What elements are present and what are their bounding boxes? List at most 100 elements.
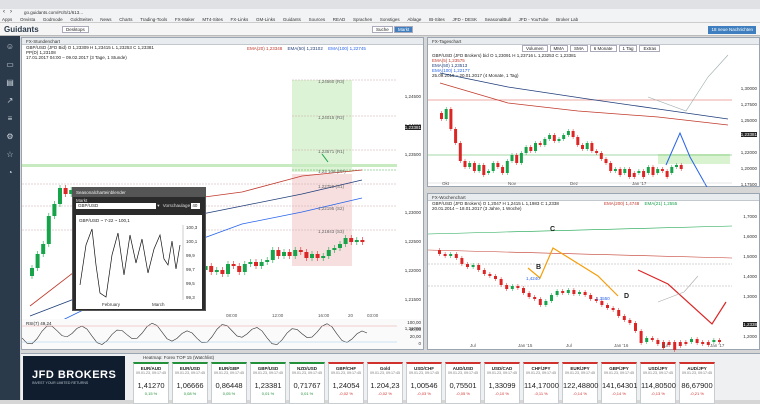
candle <box>679 165 683 169</box>
monitor-icon[interactable]: ▭ <box>3 60 17 70</box>
ticker-card[interactable]: NZD/USD 09.01.23, 09:17:45 0,71767 0,01 % <box>289 362 325 404</box>
axis-label: 99,9 <box>186 253 195 258</box>
chart-icon[interactable]: ↗ <box>3 96 17 106</box>
toolbar-button[interactable]: 6 Monate <box>589 45 617 52</box>
time-label: Jan '16 <box>614 343 629 348</box>
ticker-value: 0,86448 <box>215 381 243 390</box>
candle <box>599 153 603 159</box>
candle <box>440 113 443 119</box>
toolbar-button[interactable]: MMA <box>549 45 569 52</box>
gear-icon[interactable]: ⚙ <box>3 132 17 142</box>
candle <box>651 167 655 175</box>
desktop-button[interactable]: Desktops <box>62 26 89 33</box>
bookmark[interactable]: Sources <box>309 17 326 22</box>
candle <box>646 167 650 173</box>
candle <box>548 135 552 139</box>
resistance-zone <box>292 80 352 172</box>
back-icon[interactable]: ‹ <box>3 9 5 15</box>
candle <box>254 262 258 266</box>
ticker-change: -0,02 % <box>339 391 353 396</box>
market-button[interactable]: Markt <box>394 26 414 33</box>
candle <box>35 254 40 268</box>
bookmark[interactable]: READ <box>333 17 346 22</box>
toolbar-button[interactable]: 1 Tag <box>618 45 638 52</box>
app-logo[interactable]: Guidants <box>4 25 39 34</box>
forward-icon[interactable]: › <box>10 9 12 15</box>
address-bar[interactable]: ‹ › go.guidants.com/#c/5/1/613... <box>0 9 760 16</box>
bookmark[interactable]: Trading-Tools <box>140 17 167 22</box>
candle <box>595 151 599 153</box>
bookmark[interactable]: Guidants <box>283 17 301 22</box>
bookmark[interactable]: Broker Lab <box>556 17 578 22</box>
candle <box>510 286 514 289</box>
daily-price-chart[interactable] <box>428 53 759 187</box>
seasonal-chart[interactable]: GBP/USD ~ 7-22 ~ 100,1 100,3 100,1 99,9 99,7… <box>76 215 202 309</box>
ticker-card[interactable]: GBP/USD 09.01.23, 09:17:45 1,23381 0,01 % <box>250 362 286 404</box>
ticker-card[interactable]: CHF/JPY 09.01.23, 09:17:45 114,17000 -0,11 … <box>523 362 559 404</box>
ticker-card[interactable]: EUR/GBP 09.01.23, 09:17:45 0,86448 0,05 % <box>211 362 247 404</box>
folder-icon[interactable]: ▤ <box>3 78 17 88</box>
bookmark[interactable]: MT4-Sites <box>202 17 223 22</box>
trend-line <box>428 225 733 235</box>
candle <box>656 169 660 173</box>
candle <box>466 264 469 267</box>
url-text[interactable]: go.guidants.com/#c/5/1/613... <box>24 10 83 15</box>
bookmark[interactable]: GM-Links <box>256 17 275 22</box>
bookmark[interactable]: Apps <box>2 17 12 22</box>
bookmark[interactable]: JFD - DESK <box>452 17 477 22</box>
bell-icon[interactable]: ◔ <box>3 168 17 178</box>
pivot-label: 1,24560 (R3) <box>318 79 345 84</box>
ticker-change: -0,02 % <box>378 391 392 396</box>
ticker-card[interactable]: GBP/JPY 09.01.23, 09:17:45 141,64301 -0,14 … <box>601 362 637 404</box>
bookmark[interactable]: Sprachen <box>353 17 372 22</box>
candle <box>494 276 497 279</box>
ema100-label: EMA(100) 1,22745 <box>328 46 366 51</box>
toolbar-button[interactable]: SMA <box>570 45 588 52</box>
ticker-card[interactable]: EUR/USD 09.01.23, 09:17:45 1,06666 0,08 % <box>172 362 208 404</box>
price-label: 1,30000 <box>740 86 757 91</box>
lookback-input[interactable]: 40 <box>191 203 201 209</box>
bookmark[interactable]: Ablage <box>407 17 421 22</box>
bookmark[interactable]: FX-Links <box>231 17 249 22</box>
candle <box>449 254 453 256</box>
candle <box>543 139 547 145</box>
forecast-line <box>637 269 727 325</box>
candle <box>642 171 646 177</box>
bookmark[interactable]: JFD - YouTube <box>519 17 549 22</box>
bookmark[interactable]: Charts <box>119 17 132 22</box>
ticker-card[interactable]: USD/CAD 09.01.23, 09:17:45 1,33099 -0,10 % <box>484 362 520 404</box>
chevron-down-icon[interactable]: ▾ <box>157 203 159 208</box>
ticker-card[interactable]: EUR/AUD 09.01.23, 09:17:45 1,41270 0,15 % <box>133 362 169 404</box>
notification-badge[interactable]: 18 neue Nachrichten <box>708 26 756 34</box>
toolbar-button[interactable]: Extras <box>639 45 661 52</box>
jfd-logo[interactable]: JFD BROKERS INVEST YOUR LIMITED RETURNS <box>23 356 125 400</box>
ticker-card[interactable]: EUR/JPY 09.01.23, 09:17:45 122,48800 -0,14 … <box>562 362 598 404</box>
candle <box>650 338 654 340</box>
ticker-card[interactable]: USD/CHF 09.01.23, 09:17:45 1,00546 -0,03 % <box>406 362 442 404</box>
toolbar-button[interactable]: Volumen <box>522 45 548 52</box>
search-button[interactable]: Suche <box>372 26 393 33</box>
bookmark[interactable]: IB-Sites <box>429 17 445 22</box>
candle <box>332 248 337 250</box>
seasonal-window[interactable]: Seasonalcharteinblender Markt GBP/USD ▾ … <box>72 187 206 311</box>
bookmark[interactable]: News <box>100 17 111 22</box>
ticker-card[interactable]: AUD/USD 09.01.23, 09:17:45 0,75501 -0,05 % <box>445 362 481 404</box>
bookmark[interactable]: Sonstiges <box>380 17 400 22</box>
weekly-price-chart[interactable] <box>428 212 759 352</box>
bookmark[interactable]: GoldSeiten <box>70 17 92 22</box>
candle <box>315 254 320 258</box>
symbol-select[interactable]: GBP/USD <box>76 203 156 209</box>
ticker-card[interactable]: GBP/CHF 09.01.23, 09:17:45 1,24054 -0,02 % <box>328 362 364 404</box>
projection-line <box>647 54 729 112</box>
bookmark[interactable]: Onvista <box>20 17 35 22</box>
bookmark[interactable]: SeasonalBull <box>485 17 511 22</box>
rsi-level-label: 80,00 <box>409 327 421 332</box>
ticker-card[interactable]: USD/JPY 09.01.23, 09:17:45 114,80500 -0,13 … <box>640 362 676 404</box>
list-icon[interactable]: ≡ <box>3 114 17 124</box>
star-icon[interactable]: ☆ <box>3 150 17 160</box>
bookmark[interactable]: FX-Maker <box>175 17 195 22</box>
bookmark[interactable]: Godmode <box>43 17 63 22</box>
ticker-card[interactable]: AUD/JPY 09.01.23, 09:17:45 86,67900 -0,21 % <box>679 362 715 404</box>
ticker-card[interactable]: Gold 09.01.23, 09:17:45 1.204,23 -0,02 % <box>367 362 403 404</box>
avatar-icon[interactable]: ☺ <box>3 42 17 52</box>
